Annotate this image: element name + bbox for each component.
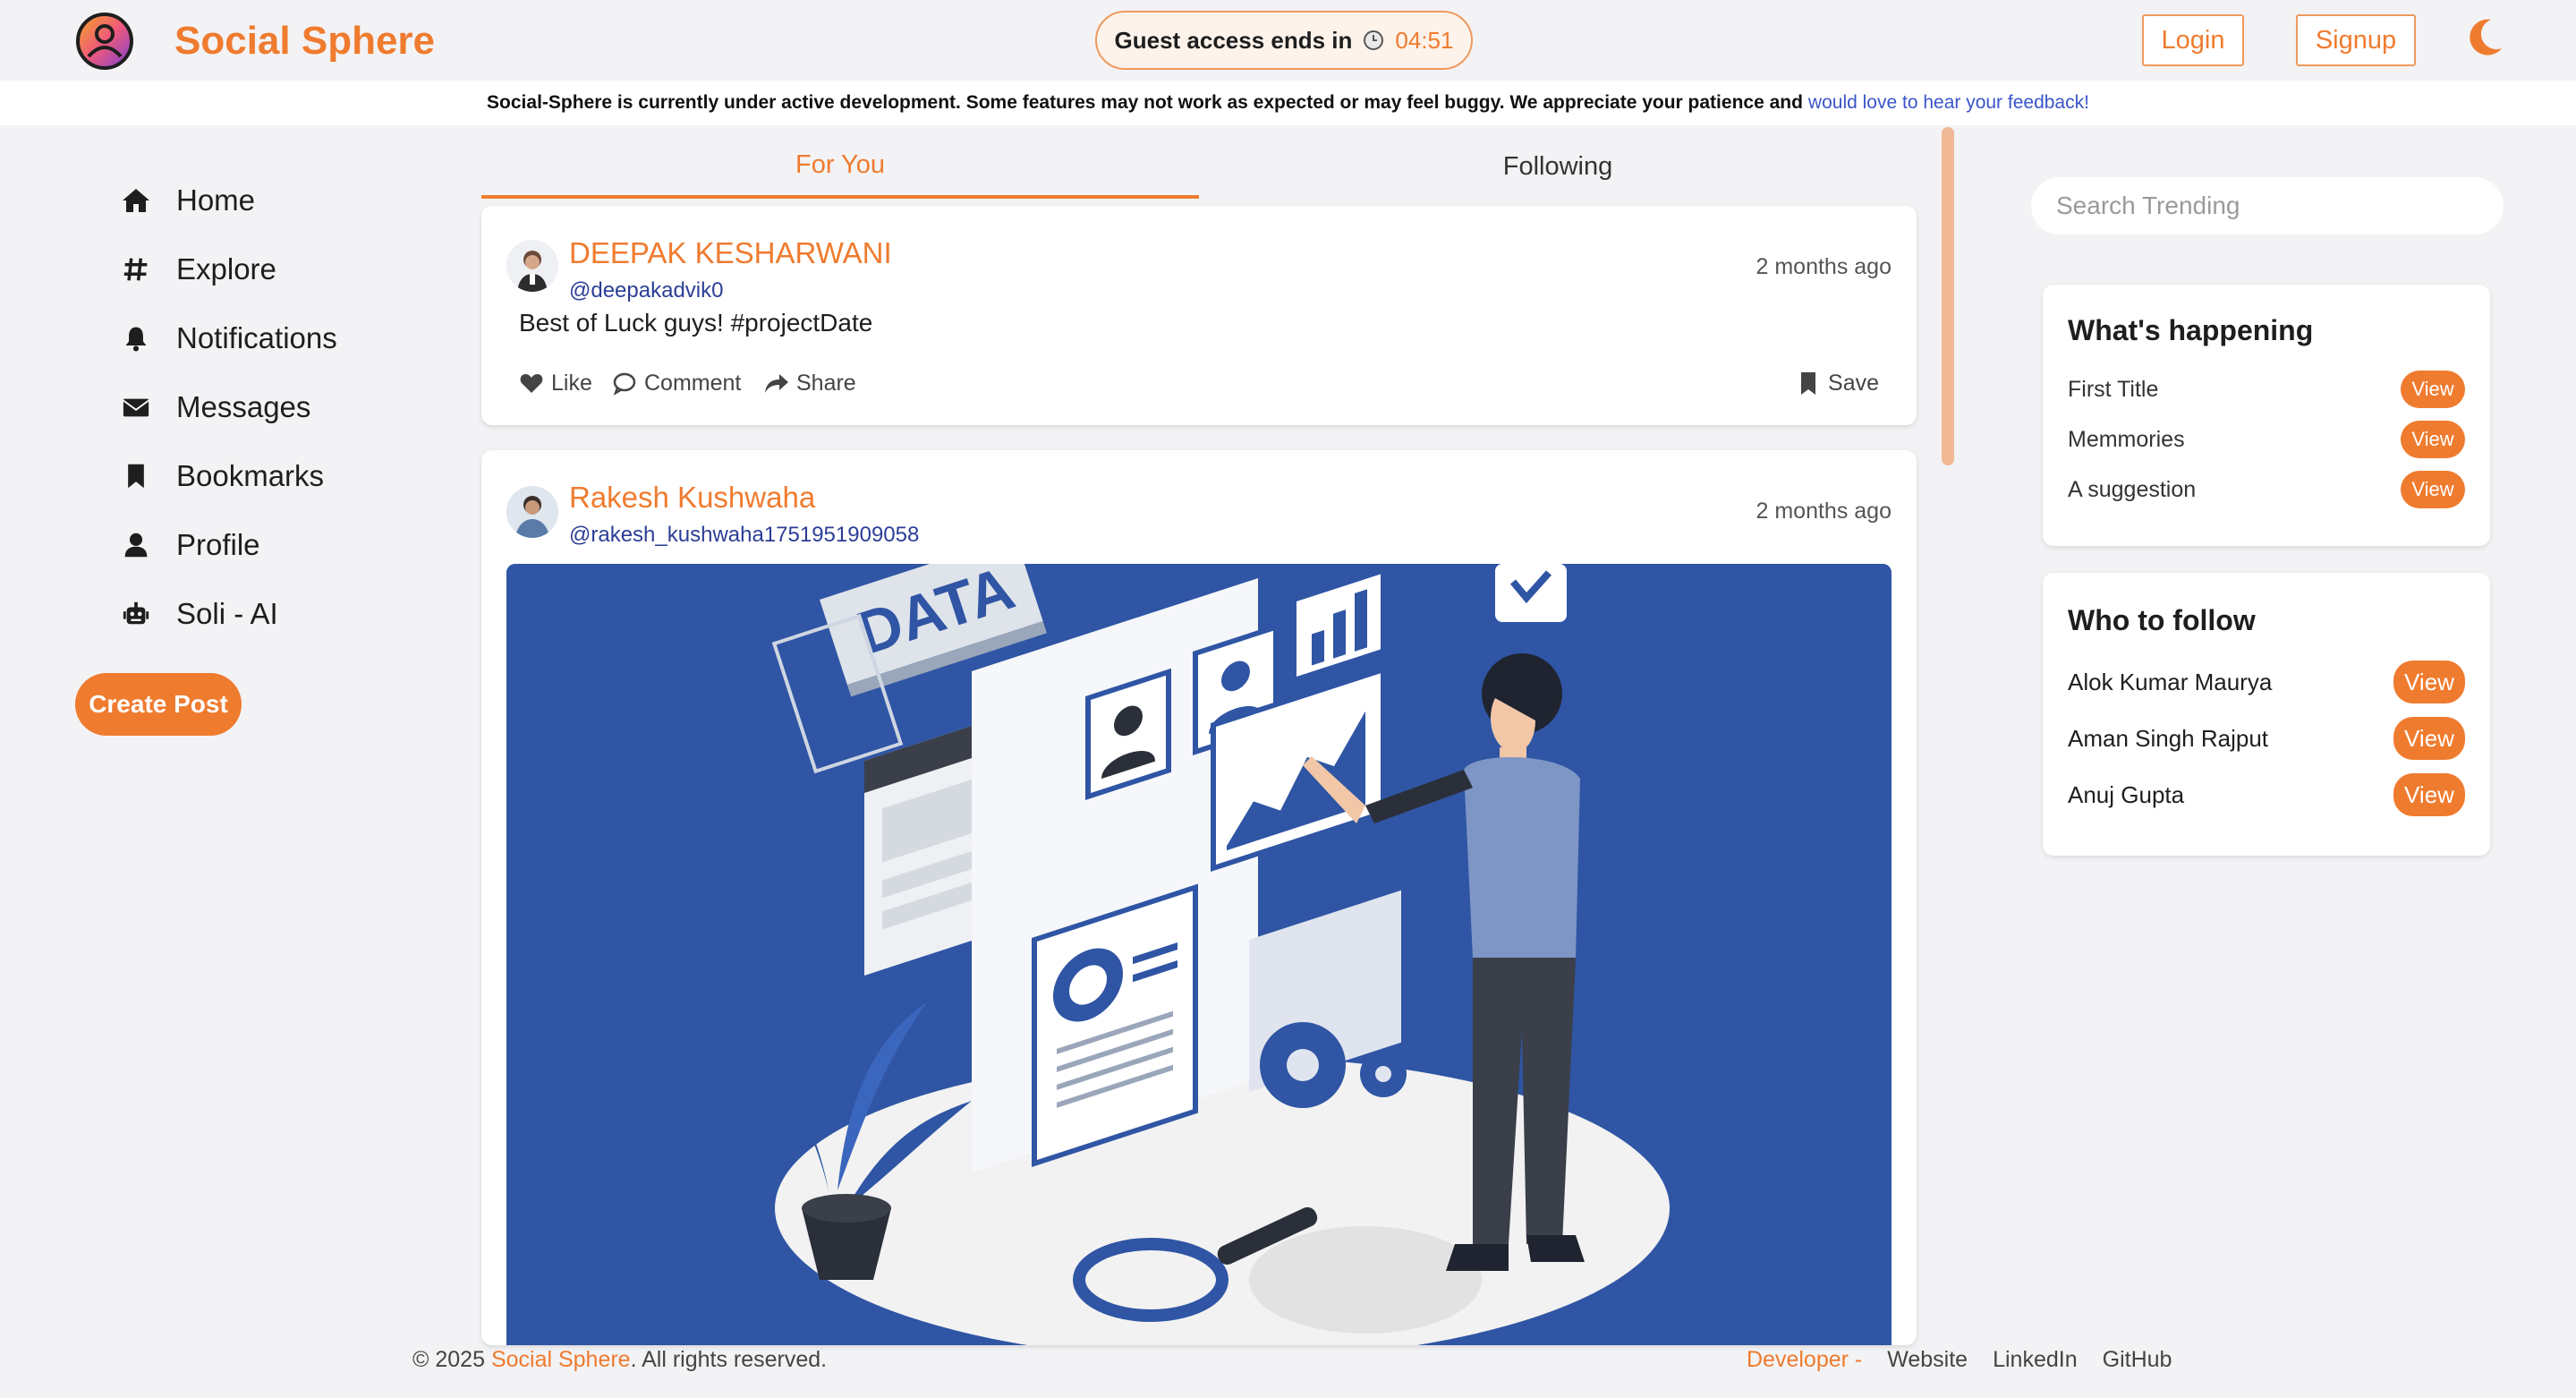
moon-icon[interactable] xyxy=(2466,16,2505,59)
post-timestamp: 2 months ago xyxy=(1756,499,1892,524)
comment-button[interactable]: Comment xyxy=(612,365,741,401)
sidebar-item-home[interactable]: Home xyxy=(121,178,255,223)
home-icon xyxy=(121,185,151,216)
save-button[interactable]: Save xyxy=(1796,365,1879,401)
search-trending-input[interactable] xyxy=(2031,177,2504,234)
who-to-follow-title: Who to follow xyxy=(2068,604,2256,636)
user-icon xyxy=(121,530,151,560)
follow-user-name: Anuj Gupta xyxy=(2068,780,2185,808)
post-image[interactable]: DATA xyxy=(506,564,1892,1345)
guest-timer-value: 04:51 xyxy=(1395,26,1454,54)
follow-item: Alok Kumar Maurya View xyxy=(2068,661,2465,703)
comment-label: Comment xyxy=(644,370,742,396)
feedback-link[interactable]: would love to hear your feedback! xyxy=(1808,92,2089,114)
footer-brand-link[interactable]: Social Sphere xyxy=(491,1347,631,1372)
who-to-follow-panel: Who to follow Alok Kumar Maurya View Ama… xyxy=(2043,573,2490,856)
view-button[interactable]: View xyxy=(2401,371,2465,408)
sidebar-item-label: Notifications xyxy=(176,321,337,354)
sidebar-item-label: Messages xyxy=(176,390,311,423)
bell-icon xyxy=(121,323,151,354)
tab-for-you[interactable]: For You xyxy=(481,134,1199,199)
rights-text: . All rights reserved. xyxy=(630,1347,828,1372)
post-card: DEEPAK KESHARWANI @deepakadvik0 2 months… xyxy=(481,206,1917,425)
bookmark-icon xyxy=(1801,372,1816,395)
like-button[interactable]: Like xyxy=(519,365,592,401)
trend-label: First Title xyxy=(2068,376,2159,402)
development-notice: Social-Sphere is currently under active … xyxy=(0,81,2576,125)
trend-label: Memmories xyxy=(2068,426,2185,452)
like-label: Like xyxy=(551,370,592,396)
follow-user-name: Alok Kumar Maurya xyxy=(2068,668,2273,695)
guest-timer-label: Guest access ends in xyxy=(1114,26,1353,54)
view-button[interactable]: View xyxy=(2393,773,2465,816)
trend-item: First Title View xyxy=(2068,371,2465,408)
clock-icon xyxy=(1364,30,1384,50)
save-label: Save xyxy=(1828,370,1879,396)
view-button[interactable]: View xyxy=(2393,661,2465,703)
post-author-name[interactable]: Rakesh Kushwaha xyxy=(569,481,815,515)
share-icon xyxy=(765,374,788,393)
post-card: Rakesh Kushwaha @rakesh_kushwaha17519519… xyxy=(481,450,1917,1345)
sidebar-item-label: Explore xyxy=(176,252,276,286)
post-author-name[interactable]: DEEPAK KESHARWANI xyxy=(569,236,892,270)
logo-icon[interactable] xyxy=(75,12,134,71)
brand-title[interactable]: Social Sphere xyxy=(174,18,435,64)
footer-links: Developer - Website LinkedIn GitHub xyxy=(1747,1347,2172,1373)
avatar[interactable] xyxy=(506,240,558,292)
guest-timer-badge: Guest access ends in 04:51 xyxy=(1095,11,1473,70)
comment-icon xyxy=(613,372,636,396)
login-button[interactable]: Login xyxy=(2142,14,2244,66)
create-post-button[interactable]: Create Post xyxy=(75,673,242,736)
feed-scrollbar[interactable] xyxy=(1942,127,1954,465)
view-button[interactable]: View xyxy=(2401,471,2465,508)
post-author-handle[interactable]: @rakesh_kushwaha1751951909058 xyxy=(569,523,919,548)
top-header: Social Sphere Guest access ends in 04:51… xyxy=(0,0,2576,81)
sidebar-item-messages[interactable]: Messages xyxy=(121,385,310,430)
sidebar-item-bookmarks[interactable]: Bookmarks xyxy=(121,454,324,499)
copyright-year: © 2025 xyxy=(412,1347,485,1372)
sidebar-item-notifications[interactable]: Notifications xyxy=(121,316,337,361)
footer-link-website[interactable]: Website xyxy=(1887,1347,1968,1373)
whats-happening-panel: What's happening First Title View Memmor… xyxy=(2043,285,2490,546)
view-button[interactable]: View xyxy=(2401,421,2465,458)
developer-label: Developer - xyxy=(1747,1347,1863,1372)
envelope-icon xyxy=(121,392,151,422)
post-timestamp: 2 months ago xyxy=(1756,254,1892,279)
follow-item: Anuj Gupta View xyxy=(2068,773,2465,816)
avatar[interactable] xyxy=(506,486,558,538)
sidebar-item-label: Profile xyxy=(176,528,260,561)
whats-happening-title: What's happening xyxy=(2068,314,2314,346)
trend-item: Memmories View xyxy=(2068,421,2465,458)
follow-item: Aman Singh Rajput View xyxy=(2068,717,2465,760)
share-button[interactable]: Share xyxy=(764,365,856,401)
signup-button[interactable]: Signup xyxy=(2296,14,2416,66)
share-label: Share xyxy=(796,370,856,396)
sidebar-item-label: Home xyxy=(176,183,256,217)
sidebar-item-soli-ai[interactable]: Soli - AI xyxy=(121,592,278,636)
post-author-handle[interactable]: @deepakadvik0 xyxy=(569,278,723,303)
post-text: Best of Luck guys! #projectDate xyxy=(519,309,873,337)
feed-tabs: For You Following xyxy=(481,134,1917,200)
footer-copyright: © 2025 Social Sphere. All rights reserve… xyxy=(412,1347,827,1373)
data-analytics-illustration: DATA xyxy=(506,564,1892,1345)
footer-link-linkedin[interactable]: LinkedIn xyxy=(1993,1347,2078,1373)
notice-text: Social-Sphere is currently under active … xyxy=(487,92,1803,113)
sidebar-item-label: Bookmarks xyxy=(176,459,325,492)
heart-icon xyxy=(520,374,543,393)
sidebar-item-explore[interactable]: Explore xyxy=(121,247,276,292)
bookmark-icon xyxy=(121,461,151,491)
trend-label: A suggestion xyxy=(2068,476,2197,502)
footer-link-github[interactable]: GitHub xyxy=(2103,1347,2172,1373)
tab-following[interactable]: Following xyxy=(1199,134,1917,199)
hashtag-icon xyxy=(121,254,151,285)
view-button[interactable]: View xyxy=(2393,717,2465,760)
trend-item: A suggestion View xyxy=(2068,471,2465,508)
follow-user-name: Aman Singh Rajput xyxy=(2068,724,2269,752)
sidebar-item-label: Soli - AI xyxy=(176,597,278,630)
sidebar-item-profile[interactable]: Profile xyxy=(121,523,260,567)
robot-icon xyxy=(121,599,151,629)
